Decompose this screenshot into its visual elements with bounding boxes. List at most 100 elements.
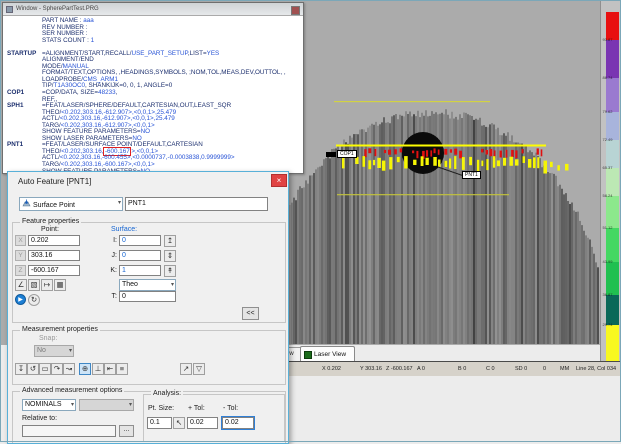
color-scale-segment <box>606 140 619 168</box>
find-nominals-icon[interactable]: ▧ <box>28 279 40 291</box>
pattern-grid-icon[interactable]: ▦ <box>54 279 66 291</box>
chevron-down-icon: ▾ <box>171 281 174 288</box>
edit-window[interactable]: Window - SpherePartTest.PRG PART NAME : … <box>2 2 304 174</box>
i-label: I: <box>104 237 117 244</box>
snap-label: Snap: <box>39 335 57 342</box>
view-tabstrip: ew Laser View <box>260 345 600 362</box>
cop-feature-label[interactable]: COP1 <box>337 150 357 158</box>
color-scale-segment <box>606 295 619 325</box>
color-scale-tick: 58.24 <box>601 194 614 198</box>
flip-vector-icon[interactable]: ⇕ <box>164 250 176 262</box>
feature-properties-legend: Feature properties <box>20 218 81 225</box>
edit-window-title: Window - SpherePartTest.PRG <box>16 3 99 15</box>
probe-depth-icon[interactable]: ⊥ <box>92 363 104 375</box>
collapse-button[interactable]: << <box>242 307 259 320</box>
i-input[interactable]: 0 <box>119 235 161 246</box>
y-input[interactable]: 303.16 <box>28 250 80 261</box>
close-icon[interactable]: × <box>271 174 287 187</box>
snap-vector-icon[interactable]: ↟ <box>164 265 176 277</box>
color-scale-tick: 36.87 <box>601 293 614 297</box>
measure-point-icon[interactable]: ↧ <box>15 363 27 375</box>
status-item: Y 303.16 <box>360 366 382 372</box>
j-label: J: <box>104 252 117 259</box>
advanced-options-legend: Advanced measurement options <box>20 387 124 394</box>
color-scale-tick: 72.49 <box>601 138 614 142</box>
color-scale-strip: 93.8786.7479.6272.4965.3758.2451.1243.99… <box>600 0 621 376</box>
offset-icon[interactable]: ⇤ <box>104 363 116 375</box>
undo-icon[interactable]: ↺ <box>27 363 39 375</box>
chevron-down-icon: ▾ <box>71 401 74 408</box>
scan-density-icon[interactable]: ≡ <box>116 363 128 375</box>
scan-path-icon[interactable]: ↝ <box>63 363 75 375</box>
status-item: B 0 <box>458 366 466 372</box>
status-item: MM <box>560 366 569 372</box>
chevron-down-icon: ▾ <box>129 401 132 408</box>
pt-size-input[interactable]: 0.1 <box>147 417 172 429</box>
auto-feature-dialog: Auto Feature [PNT1] × Surface Point ▾ PN… <box>7 171 289 444</box>
x-input[interactable]: 0.202 <box>28 235 80 246</box>
z-axis-button[interactable]: Z <box>15 265 26 276</box>
dialog-title: Auto Feature [PNT1] <box>18 177 91 186</box>
minus-tol-label: - Tol: <box>223 405 238 412</box>
point-label: Point: <box>41 226 59 233</box>
pick-size-icon[interactable]: ↖ <box>173 417 185 429</box>
tab-laser-view-label: Laser View <box>314 348 346 362</box>
color-scale-tick: 86.74 <box>601 76 614 80</box>
crosshair-icon[interactable]: ⊕ <box>79 363 91 375</box>
edit-window-titlebar[interactable]: Window - SpherePartTest.PRG <box>3 3 303 16</box>
color-scale-tick: 79.62 <box>601 110 614 114</box>
secondary-dropdown[interactable]: ▾ <box>79 399 134 411</box>
execute-button[interactable]: ▶ <box>15 294 26 305</box>
status-item: Z -600.167 <box>386 366 413 372</box>
feature-type-dropdown[interactable]: Surface Point ▾ <box>19 197 123 211</box>
box-select-icon[interactable]: ▭ <box>39 363 51 375</box>
surface-vector-icon[interactable]: ↥ <box>164 235 176 247</box>
plus-tol-label: + Tol: <box>188 405 205 412</box>
color-scale-segment <box>606 40 619 78</box>
plus-tol-input[interactable]: 0.02 <box>187 417 218 429</box>
surface-point-icon <box>22 199 31 208</box>
j-input[interactable]: 0 <box>119 250 161 261</box>
t-input[interactable]: 0 <box>119 291 176 302</box>
color-scale-tick: 43.99 <box>601 260 614 264</box>
color-scale-tick: 65.37 <box>601 166 614 170</box>
measurement-properties-legend: Measurement properties <box>20 326 100 333</box>
theo-dropdown[interactable]: Theo ▾ <box>119 279 176 291</box>
code-editor[interactable]: PART NAME : aaaREV NUMBER : SER NUMBER :… <box>3 16 303 173</box>
status-item: X 0.202 <box>322 366 341 372</box>
tab-laser-view[interactable]: Laser View <box>300 346 355 362</box>
nominals-dropdown[interactable]: NOMINALS ▾ <box>22 399 76 411</box>
align-workplane-icon[interactable]: ∠ <box>15 279 27 291</box>
green-square-icon <box>304 351 312 359</box>
chevron-down-icon: ▾ <box>118 199 121 206</box>
z-input[interactable]: -600.167 <box>28 265 80 276</box>
window-button[interactable] <box>291 6 300 15</box>
surface-link[interactable]: Surface: <box>111 226 137 233</box>
color-scale-segment <box>606 112 619 140</box>
theo-dropdown-value: Theo <box>122 281 138 288</box>
measure-order-icon[interactable]: ↦ <box>41 279 53 291</box>
feature-name-input[interactable]: PNT1 <box>125 197 268 211</box>
status-item: Line 28, Col 034 <box>576 366 616 372</box>
k-input[interactable]: 1 <box>119 265 161 276</box>
pnt-feature-label[interactable]: PNT1 <box>462 171 481 179</box>
t-label: T: <box>104 293 117 300</box>
relative-to-label: Relative to: <box>22 415 57 422</box>
chevron-down-icon: ▾ <box>69 347 72 354</box>
color-scale-segment <box>606 168 619 196</box>
minus-tol-input[interactable]: 0.02 <box>222 417 254 429</box>
color-scale-segment <box>606 78 619 112</box>
redo-icon[interactable]: ↷ <box>51 363 63 375</box>
color-scale-segment <box>606 12 619 40</box>
point-select-icon[interactable]: ↗ <box>180 363 192 375</box>
reread-icon[interactable]: ↻ <box>28 294 40 306</box>
x-axis-button[interactable]: X <box>15 235 26 246</box>
window-icon <box>6 6 13 13</box>
pt-size-label: Pt. Size: <box>148 405 174 412</box>
snap-dropdown[interactable]: No ▾ <box>34 345 74 357</box>
browse-button[interactable]: ... <box>119 425 134 437</box>
filter-icon[interactable]: ▽ <box>193 363 205 375</box>
relative-to-input[interactable] <box>22 425 116 437</box>
color-scale-segment <box>606 196 619 228</box>
y-axis-button[interactable]: Y <box>15 250 26 261</box>
